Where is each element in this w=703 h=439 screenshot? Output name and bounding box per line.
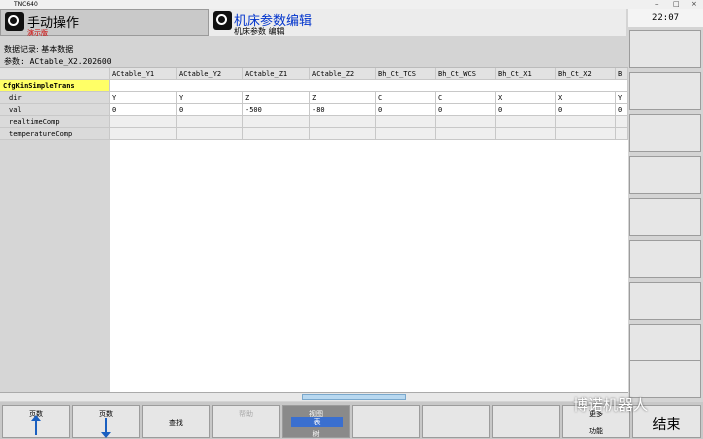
side-softkey-4[interactable] — [629, 156, 701, 194]
page-down-softkey[interactable]: 页数 — [72, 405, 140, 438]
softkey-7[interactable] — [422, 405, 490, 438]
programming-mode-subtitle: 机床参数 编辑 — [234, 27, 285, 36]
table-cell[interactable]: C — [436, 92, 496, 104]
table-cell[interactable] — [556, 116, 616, 128]
table-cell[interactable]: X — [496, 92, 556, 104]
table-cell[interactable] — [376, 128, 436, 140]
programming-mode-panel[interactable]: 机床参数编辑 机床参数 编辑 — [209, 9, 626, 36]
table-cell[interactable]: Y — [177, 92, 243, 104]
column-header[interactable]: Bh_Ct_X2 — [556, 68, 616, 80]
table-cell[interactable] — [556, 128, 616, 140]
table-cell[interactable]: Z — [310, 92, 376, 104]
row-label-val[interactable]: val — [0, 104, 110, 116]
side-softkey-2[interactable] — [629, 72, 701, 110]
view-softkey[interactable]: 视图 表 树 — [282, 405, 350, 438]
table-cell[interactable]: Y — [110, 92, 177, 104]
find-label: 查找 — [169, 419, 183, 427]
table-cell[interactable]: 0 — [436, 104, 496, 116]
column-header[interactable]: ACtable_Y1 — [110, 68, 177, 80]
demo-version-label: 演示版 — [27, 29, 48, 37]
view-table-toggle[interactable]: 表 — [291, 417, 343, 427]
table-cell[interactable] — [110, 116, 177, 128]
parameter-edit-icon — [213, 11, 232, 30]
help-softkey[interactable]: 帮助 — [212, 405, 280, 438]
table-cell[interactable] — [616, 116, 628, 128]
table-cell[interactable] — [243, 128, 310, 140]
side-softkey-7[interactable] — [629, 282, 701, 320]
softkey-8[interactable] — [492, 405, 560, 438]
column-header[interactable]: Bh_Ct_TCS — [376, 68, 436, 80]
manual-mode-icon — [5, 12, 24, 31]
side-softkey-3[interactable] — [629, 114, 701, 152]
table-cell[interactable]: C — [376, 92, 436, 104]
table-cell[interactable] — [496, 128, 556, 140]
row-label-dir[interactable]: dir — [0, 92, 110, 104]
parameter-path-line: 参数: ACtable_X2.202600 — [0, 56, 628, 68]
column-header[interactable]: B — [616, 68, 628, 80]
table-cell[interactable] — [376, 116, 436, 128]
column-header[interactable]: ACtable_Z2 — [310, 68, 376, 80]
side-softkey-8[interactable] — [629, 324, 701, 362]
header-corner — [0, 68, 110, 80]
watermark-text: 博诺机器人 — [573, 396, 649, 414]
machine-mode-panel[interactable]: 手动操作 演示版 — [0, 9, 209, 37]
side-softkey-1[interactable] — [629, 30, 701, 68]
side-softkey-5[interactable] — [629, 198, 701, 236]
table-cell[interactable] — [177, 128, 243, 140]
table-cell[interactable]: 0 — [496, 104, 556, 116]
table-cell[interactable]: X — [556, 92, 616, 104]
column-header[interactable]: ACtable_Y2 — [177, 68, 243, 80]
side-softkey-6[interactable] — [629, 240, 701, 278]
functions-label: 功能 — [589, 427, 603, 435]
find-softkey[interactable]: 查找 — [142, 405, 210, 438]
table-cell[interactable]: 0 — [556, 104, 616, 116]
window-titlebar: TNC640 – □ × — [0, 0, 703, 9]
scrollbar-thumb[interactable] — [302, 394, 406, 400]
table-cell[interactable]: -500 — [243, 104, 310, 116]
table-cell[interactable] — [496, 116, 556, 128]
end-label: 结束 — [652, 417, 681, 433]
table-cell[interactable] — [243, 116, 310, 128]
window-title: TNC640 — [14, 1, 38, 8]
row-label-temperaturecomp[interactable]: temperatureComp — [0, 128, 110, 140]
table-cell[interactable] — [110, 128, 177, 140]
maximize-button[interactable]: □ — [673, 0, 680, 9]
table-cell[interactable]: 0 — [110, 104, 177, 116]
table-cell[interactable]: Z — [243, 92, 310, 104]
minimize-button[interactable]: – — [655, 0, 659, 9]
table-cell[interactable]: 0 — [616, 104, 628, 116]
column-header[interactable]: Bh_Ct_WCS — [436, 68, 496, 80]
arrow-down-icon — [101, 418, 111, 438]
table-cell[interactable]: Y — [616, 92, 628, 104]
close-button[interactable]: × — [691, 0, 697, 9]
page-up-softkey[interactable]: 页数 — [2, 405, 70, 438]
clock-display: 22:07 — [628, 9, 703, 27]
table-cell[interactable] — [310, 128, 376, 140]
table-cell[interactable]: 0 — [376, 104, 436, 116]
row-label-realtimecomp[interactable]: realtimeComp — [0, 116, 110, 128]
parameter-table[interactable]: ACtable_Y1 ACtable_Y2 ACtable_Z1 ACtable… — [0, 68, 628, 392]
table-cell[interactable] — [310, 116, 376, 128]
column-header[interactable]: ACtable_Z1 — [243, 68, 310, 80]
group-row-label[interactable]: CfgKinSimpleTrans — [0, 80, 110, 92]
softkey-6[interactable] — [352, 405, 420, 438]
column-header[interactable]: Bh_Ct_X1 — [496, 68, 556, 80]
view-tree-label: 树 — [312, 430, 320, 438]
help-label: 帮助 — [239, 410, 253, 418]
arrow-up-icon — [31, 415, 41, 435]
table-cell[interactable] — [436, 116, 496, 128]
side-softkey-9[interactable] — [629, 360, 701, 398]
table-cell[interactable]: 0 — [177, 104, 243, 116]
table-cell[interactable] — [177, 116, 243, 128]
group-row-fill — [110, 80, 628, 92]
table-cell[interactable] — [616, 128, 628, 140]
data-record-line: 数据记录: 基本数据 — [4, 45, 74, 54]
table-cell[interactable] — [436, 128, 496, 140]
horizontal-scrollbar[interactable] — [0, 392, 628, 401]
table-cell[interactable]: -80 — [310, 104, 376, 116]
